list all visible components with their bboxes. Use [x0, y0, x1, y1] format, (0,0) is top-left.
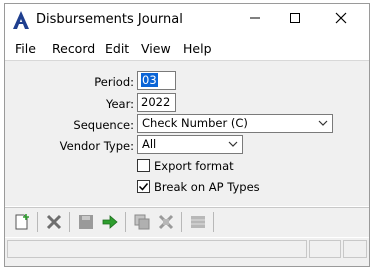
- toolbar-separator: [125, 212, 126, 232]
- period-input[interactable]: 03: [137, 71, 176, 90]
- toolbar-separator: [37, 212, 38, 232]
- export-format-label: Export format: [154, 159, 234, 173]
- list-button[interactable]: [189, 213, 207, 231]
- save-button[interactable]: [77, 213, 95, 231]
- maximize-icon: [289, 12, 301, 27]
- sequence-select[interactable]: Check Number (C): [137, 114, 333, 133]
- checkmark-icon: [138, 183, 149, 191]
- go-button[interactable]: [101, 213, 119, 231]
- sequence-value: Check Number (C): [142, 116, 248, 130]
- chevron-down-icon: [317, 116, 329, 135]
- save-icon: [79, 215, 93, 229]
- status-panel-2: [309, 240, 341, 258]
- copy-icon: [134, 214, 150, 230]
- menu-record[interactable]: Record: [52, 41, 95, 56]
- cut-icon: [158, 214, 174, 230]
- list-icon: [191, 216, 205, 228]
- go-arrow-icon: [102, 215, 118, 229]
- break-on-ap-types-label: Break on AP Types: [154, 180, 260, 194]
- year-label: Year:: [105, 97, 134, 111]
- copy-button[interactable]: [133, 213, 151, 231]
- cut-button[interactable]: [157, 213, 175, 231]
- menu-help[interactable]: Help: [183, 41, 212, 56]
- close-button[interactable]: [318, 4, 364, 35]
- vendor-type-label: Vendor Type:: [59, 139, 134, 153]
- toolbar-separator: [69, 212, 70, 232]
- close-icon: [335, 12, 347, 27]
- window-title: Disbursements Journal: [36, 12, 183, 27]
- status-panel-3: [343, 240, 367, 258]
- toolbar-separator: [213, 212, 214, 232]
- menu-file[interactable]: File: [15, 41, 36, 56]
- export-format-checkbox[interactable]: [137, 159, 150, 172]
- menu-edit[interactable]: Edit: [105, 41, 129, 56]
- new-record-button[interactable]: [13, 213, 31, 231]
- menu-view[interactable]: View: [141, 41, 171, 56]
- toolbar-separator: [181, 212, 182, 232]
- sequence-label: Sequence:: [73, 118, 134, 132]
- vendor-type-select[interactable]: All: [137, 135, 243, 154]
- app-logo-icon: [10, 9, 32, 31]
- delete-button[interactable]: [45, 213, 63, 231]
- chevron-down-icon: [227, 137, 239, 156]
- new-record-icon: [15, 214, 29, 230]
- break-on-ap-types-checkbox[interactable]: [137, 180, 150, 193]
- vendor-type-value: All: [142, 137, 157, 151]
- year-value: 2022: [141, 95, 171, 109]
- status-panel-main: [7, 240, 307, 258]
- maximize-button[interactable]: [272, 4, 318, 35]
- minimize-icon: [249, 12, 261, 27]
- year-input[interactable]: 2022: [137, 93, 176, 112]
- period-value: 03: [141, 73, 158, 87]
- delete-icon: [46, 214, 62, 230]
- period-label: Period:: [94, 75, 134, 89]
